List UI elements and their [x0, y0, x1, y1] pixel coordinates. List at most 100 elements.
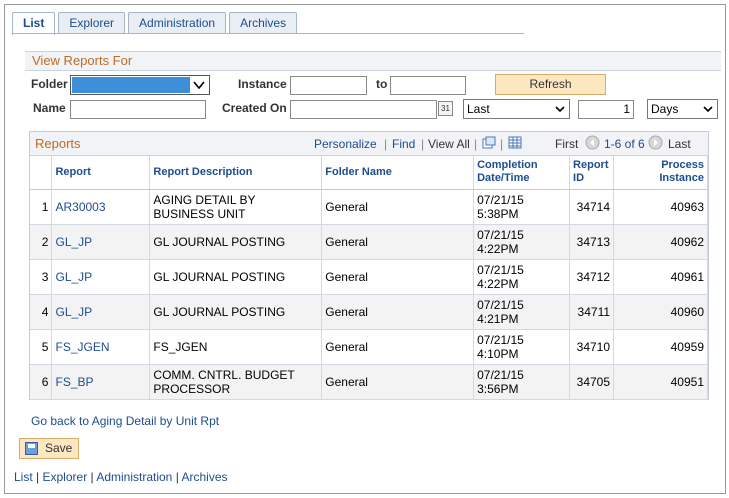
report-link[interactable]: GL_JP: [51, 259, 151, 295]
column-header-completion[interactable]: Completion Date/Time: [473, 156, 571, 190]
save-button[interactable]: Save: [19, 438, 79, 459]
folder-label: Folder: [31, 77, 68, 91]
unit-select[interactable]: Days: [647, 99, 718, 119]
reports-table: Report Report Description Folder Name Co…: [30, 156, 708, 400]
completion-date: 07/21/15: [477, 332, 524, 347]
tab-explorer[interactable]: Explorer: [58, 12, 126, 34]
view-reports-for-header: View Reports For: [25, 51, 721, 71]
tab-bar: List Explorer Administration Archives: [12, 12, 300, 35]
grid-header: Reports Personalize | Find | View All | …: [30, 132, 708, 156]
first-link[interactable]: First: [555, 137, 578, 151]
download-spreadsheet-icon[interactable]: [508, 136, 522, 149]
column-header-process-instance[interactable]: Process Instance: [613, 156, 708, 190]
report-id: 34713: [569, 224, 615, 260]
report-description: GL JOURNAL POSTING: [149, 224, 323, 260]
save-label: Save: [45, 441, 73, 455]
save-icon: [25, 442, 38, 455]
completion-time: 5:38PM: [477, 206, 519, 221]
report-link[interactable]: FS_JGEN: [51, 329, 151, 365]
created-on-input[interactable]: [290, 100, 437, 119]
refresh-button[interactable]: Refresh: [495, 74, 606, 95]
go-back-link[interactable]: Go back to Aging Detail by Unit Rpt: [31, 414, 219, 428]
table-row: 5 FS_JGEN FS_JGEN General 07/21/15 4:10PM…: [30, 329, 708, 365]
view-all-link[interactable]: View All: [428, 137, 470, 151]
next-arrow-icon[interactable]: [648, 135, 663, 150]
tab-archives[interactable]: Archives: [229, 12, 298, 34]
previous-arrow-icon[interactable]: [585, 135, 600, 150]
column-header-folder[interactable]: Folder Name: [321, 156, 475, 190]
completion-datetime: 07/21/15 4:10PM: [473, 329, 571, 365]
table-row: 1 AR30003 AGING DETAIL BY BUSINESS UNIT …: [30, 189, 708, 225]
chevron-down-icon: [193, 81, 205, 90]
chevron-down-icon: [703, 106, 713, 113]
count-input[interactable]: 1: [578, 100, 634, 119]
created-on-label: Created On: [222, 101, 287, 115]
report-link[interactable]: GL_JP: [51, 224, 151, 260]
personalize-link[interactable]: Personalize: [314, 137, 377, 151]
last-link[interactable]: Last: [668, 137, 691, 151]
grid-title: Reports: [35, 136, 81, 151]
row-number: 1: [30, 189, 53, 225]
table-row: 6 FS_BP COMM. CNTRL. BUDGET PROCESSOR Ge…: [30, 364, 708, 400]
column-header-report-id[interactable]: Report ID: [569, 156, 615, 190]
table-row: 2 GL_JP GL JOURNAL POSTING General 07/21…: [30, 224, 708, 260]
separator: |: [90, 470, 94, 484]
completion-time: 4:10PM: [477, 346, 519, 361]
separator: |: [474, 137, 478, 151]
new-window-icon[interactable]: [482, 136, 496, 149]
footer-link-administration[interactable]: Administration: [96, 470, 172, 484]
process-instance: 40951: [613, 364, 708, 400]
report-link[interactable]: AR30003: [51, 189, 151, 225]
footer-link-list[interactable]: List: [14, 470, 33, 484]
separator: |: [36, 470, 40, 484]
footer-link-explorer[interactable]: Explorer: [43, 470, 88, 484]
table-row: 3 GL_JP GL JOURNAL POSTING General 07/21…: [30, 259, 708, 295]
folder-name: General: [321, 294, 475, 330]
report-link[interactable]: GL_JP: [51, 294, 151, 330]
process-instance: 40960: [613, 294, 708, 330]
process-instance: 40962: [613, 224, 708, 260]
instance-from-input[interactable]: [290, 76, 367, 95]
completion-time: 3:56PM: [477, 381, 519, 396]
completion-date: 07/21/15: [477, 297, 524, 312]
report-description: COMM. CNTRL. BUDGET PROCESSOR: [149, 364, 323, 400]
separator: |: [384, 137, 388, 151]
completion-datetime: 07/21/15 4:22PM: [473, 259, 571, 295]
report-description: GL JOURNAL POSTING: [149, 294, 323, 330]
process-instance: 40959: [613, 329, 708, 365]
tab-list[interactable]: List: [12, 12, 56, 35]
footer-link-archives[interactable]: Archives: [182, 470, 228, 484]
completion-time: 4:21PM: [477, 311, 519, 326]
name-input[interactable]: [70, 100, 206, 119]
report-id: 34711: [569, 294, 615, 330]
separator: |: [421, 137, 425, 151]
completion-datetime: 07/21/15 3:56PM: [473, 364, 571, 400]
table-row: 4 GL_JP GL JOURNAL POSTING General 07/21…: [30, 294, 708, 330]
row-number: 5: [30, 329, 53, 365]
completion-datetime: 07/21/15 4:22PM: [473, 224, 571, 260]
report-link[interactable]: FS_BP: [51, 364, 151, 400]
row-number: 4: [30, 294, 53, 330]
find-link[interactable]: Find: [392, 137, 415, 151]
row-number: 6: [30, 364, 53, 400]
name-label: Name: [33, 101, 66, 115]
row-number: 2: [30, 224, 53, 260]
calendar-icon[interactable]: 31: [438, 101, 453, 116]
instance-to-input[interactable]: [390, 76, 466, 95]
tab-administration[interactable]: Administration: [128, 12, 227, 34]
row-number: 3: [30, 259, 53, 295]
tab-divider: [12, 33, 524, 34]
report-id: 34705: [569, 364, 615, 400]
column-header-description[interactable]: Report Description: [149, 156, 323, 190]
completion-time: 4:22PM: [477, 276, 519, 291]
unit-select-value: Days: [651, 102, 679, 116]
folder-name: General: [321, 224, 475, 260]
instance-label: Instance: [238, 77, 287, 91]
footer-links: List | Explorer | Administration | Archi…: [14, 470, 228, 484]
folder-select[interactable]: [70, 75, 210, 95]
last-select-value: Last: [467, 102, 490, 116]
report-id: 34714: [569, 189, 615, 225]
column-header-report[interactable]: Report: [51, 156, 151, 190]
reports-grid: Reports Personalize | Find | View All | …: [29, 131, 709, 400]
last-select[interactable]: Last: [463, 99, 570, 119]
